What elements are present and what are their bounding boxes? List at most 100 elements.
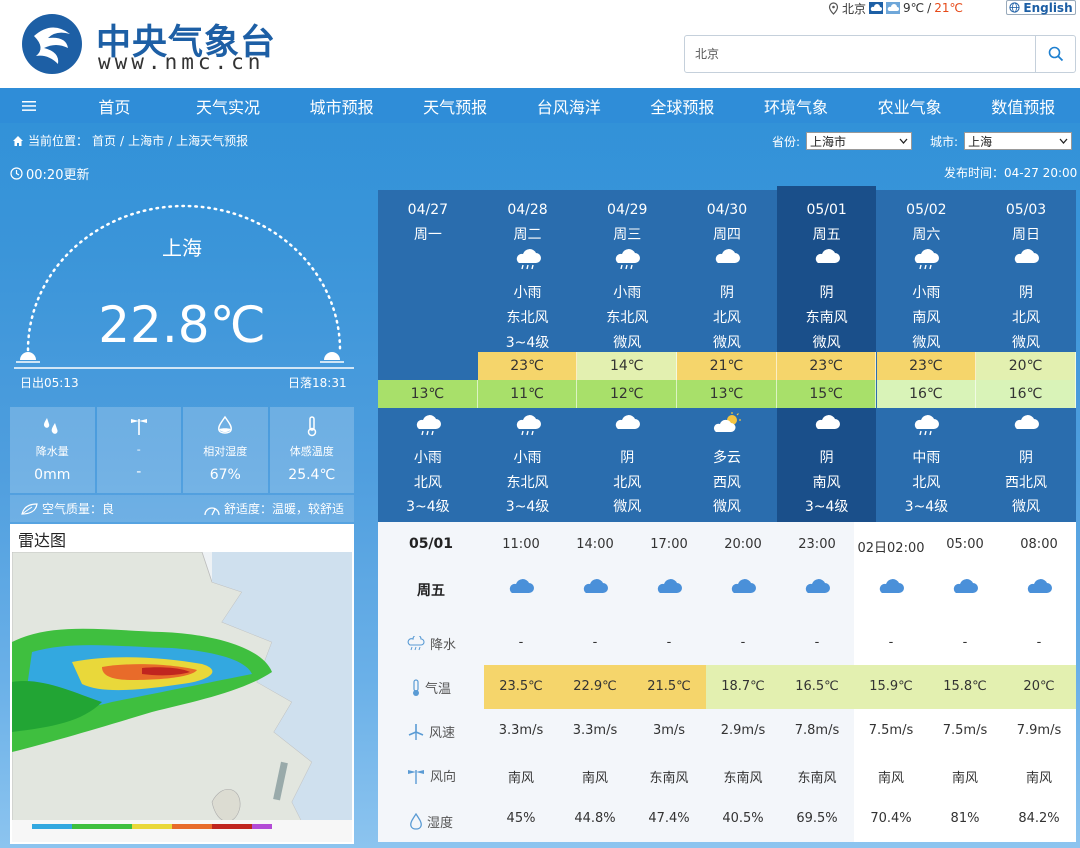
hourly-humidity: 84.2% (1018, 811, 1060, 826)
nav-item-numerical[interactable]: 数值预报 (966, 94, 1080, 118)
forecast-night-weather: 小雨 (413, 450, 442, 466)
row-label-wind-dir: 风向 (378, 766, 484, 785)
forecast-low-temp: 13℃ (378, 380, 478, 408)
radar-map-image[interactable] (12, 552, 352, 842)
forecast-day-wind-level: 3~4级 (505, 335, 550, 351)
nav-item-agriculture[interactable]: 农业气象 (853, 94, 967, 118)
current-temperature: 22.8℃ (98, 296, 266, 354)
hourly-humidity: 45% (506, 811, 536, 826)
forecast-date: 04/28 (507, 202, 548, 218)
forecast-date: 04/29 (607, 202, 648, 218)
air-quality-bar: 空气质量：良 舒适度：温暖，较舒适 (10, 495, 354, 522)
forecast-high-temp: 20℃ (976, 352, 1076, 380)
thermometer-icon (412, 678, 419, 696)
forecast-night-wind-dir: 西北风 (1005, 475, 1048, 491)
city-label: 城市: (930, 134, 959, 149)
breadcrumb-home[interactable]: 首页 (92, 132, 116, 149)
city-value: 上海 (968, 134, 993, 149)
hourly-column: 11:00 - 23.5℃ 3.3m/s 南风 45% (484, 522, 558, 842)
radar-panel[interactable]: 雷达图 (10, 524, 354, 844)
nmc-logo-icon[interactable] (20, 12, 84, 76)
hourly-wind-speed: 3.3m/s (572, 723, 618, 738)
hourly-time: 17:00 (650, 537, 688, 552)
forecast-day-wind-level: 微风 (712, 335, 741, 351)
cloud-icon (583, 579, 608, 593)
breadcrumb-current: 上海天气预报 (176, 134, 249, 148)
hourly-icon-wrap (928, 576, 1002, 602)
chevron-down-icon (899, 138, 908, 144)
air-quality: 空气质量：良 (20, 500, 114, 517)
search-input[interactable] (695, 46, 1025, 60)
hourly-wind-dir: 东南风 (797, 771, 837, 786)
search-box (684, 35, 1076, 73)
forecast-night-weather: 中雨 (912, 450, 941, 466)
night-icon-wrap (378, 412, 478, 438)
forecast-date: 05/03 (1005, 202, 1047, 218)
forecast-day-wind-dir: 东北风 (606, 310, 649, 326)
breadcrumb-province[interactable]: 上海市 (128, 132, 164, 149)
top-weather: 北京 9℃ / 21℃ (828, 0, 963, 16)
cloud-rain-icon (915, 249, 940, 270)
search-icon (1048, 46, 1063, 62)
forecast-day-weather: 小雨 (912, 285, 941, 301)
nav-item-city-forecast[interactable]: 城市预报 (285, 94, 399, 118)
city-select[interactable]: 上海 (964, 132, 1073, 150)
forecast-day-wind-dir: 北风 (1012, 310, 1041, 326)
cloud-icon (815, 249, 840, 263)
hourly-date: 05/01 (408, 536, 454, 552)
forecast-night-wind-level: 3~4级 (406, 499, 450, 515)
hourly-wind-dir: 南风 (951, 771, 978, 786)
site-url: www.nmc.cn (98, 50, 265, 74)
stat-value: - (136, 464, 142, 480)
nav-item-environment[interactable]: 环境气象 (739, 94, 853, 118)
cloud-icon (805, 579, 830, 593)
cloud-rain-icon (416, 415, 441, 436)
cloud-icon (1014, 415, 1040, 429)
forecast-night-weather: 阴 (819, 450, 834, 466)
hourly-precip: - (1036, 635, 1042, 650)
forecast-day-wind-dir: 东北风 (506, 310, 549, 326)
hourly-time: 08:00 (1020, 537, 1058, 552)
row-label-text: 湿度 (426, 816, 453, 831)
menu-button[interactable] (0, 100, 58, 112)
row-label-text: 风向 (429, 770, 456, 785)
cloud-icon (1014, 249, 1040, 263)
hourly-icon-wrap (484, 576, 558, 602)
wind-vane-icon (407, 769, 424, 784)
radar-title: 雷达图 (18, 531, 67, 550)
day-icon-wrap (677, 246, 777, 272)
forecast-night-wind-level: 微风 (613, 499, 642, 515)
forecast-day-0[interactable]: 04/27 周一 小雨 北风 3~4级 (378, 190, 478, 522)
cloud-icon (715, 249, 740, 263)
stat-label: - (136, 443, 141, 456)
forecast-night-wind-dir: 北风 (413, 475, 442, 491)
nav-item-observation[interactable]: 天气实况 (171, 94, 285, 118)
night-icon-wrap (777, 412, 877, 438)
forecast-night-weather: 多云 (712, 450, 741, 466)
air-quality-text: 空气质量：良 (42, 502, 115, 516)
forecast-low-temp: 16℃ (976, 380, 1076, 408)
stat-label: 降水量 (35, 445, 69, 458)
province-select[interactable]: 上海市 (806, 132, 913, 150)
stat-humidity: 相对湿度 67% (183, 407, 268, 493)
english-button[interactable]: English (1006, 0, 1076, 15)
nav-item-global-forecast[interactable]: 全球预报 (626, 94, 740, 118)
forecast-low-temp: 15℃ (776, 380, 877, 408)
night-icon-wrap (478, 412, 578, 438)
forecast-date: 04/30 (706, 202, 748, 218)
search-button[interactable] (1035, 36, 1075, 72)
nav-item-typhoon-ocean[interactable]: 台风海洋 (512, 94, 626, 118)
day-icon-wrap (877, 246, 977, 272)
forecast-night-wind-dir: 东北风 (506, 475, 549, 491)
wind-vane-icon (130, 419, 147, 435)
hourly-column: 23:00 - 16.5℃ 7.8m/s 东南风 69.5% (780, 522, 854, 842)
province-label: 省份: (772, 134, 801, 149)
row-label-humidity: 湿度 (378, 812, 484, 831)
hamburger-icon (21, 100, 36, 111)
forecast-week: 周三 (613, 227, 642, 243)
forecast-night-wind-level: 3~4级 (904, 499, 949, 515)
nav-item-weather-forecast[interactable]: 天气预报 (398, 94, 512, 118)
cloud-rain-icon (915, 415, 940, 436)
forecast-day-wind-dir: 东南风 (805, 310, 848, 326)
nav-item-home[interactable]: 首页 (58, 94, 172, 118)
